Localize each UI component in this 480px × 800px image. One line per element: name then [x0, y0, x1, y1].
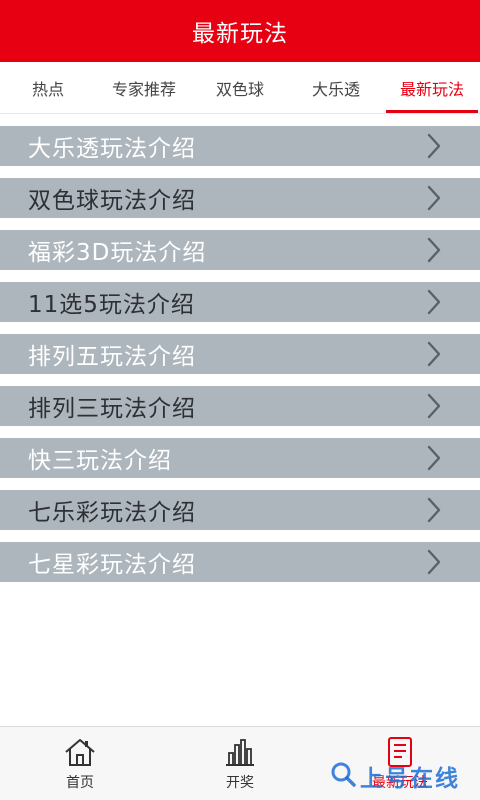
list-item[interactable]: 七乐彩玩法介绍	[0, 490, 480, 530]
chevron-right-icon	[424, 392, 444, 420]
chevron-right-icon	[424, 340, 444, 368]
watermark: 上号在线	[330, 756, 480, 796]
tab-double-color-ball[interactable]: 双色球	[192, 62, 288, 113]
list-item-label: 七乐彩玩法介绍	[28, 500, 196, 526]
list-item[interactable]: 七星彩玩法介绍	[0, 542, 480, 582]
list-item[interactable]: 福彩3D玩法介绍	[0, 230, 480, 270]
nav-item-home[interactable]: 首页	[0, 727, 160, 800]
tab-hot[interactable]: 热点	[0, 62, 96, 113]
tab-expert-picks[interactable]: 专家推荐	[96, 62, 192, 113]
nav-item-results[interactable]: 开奖	[160, 727, 320, 800]
nav-item-label: 开奖	[226, 775, 254, 791]
list-item-label: 快三玩法介绍	[28, 448, 172, 474]
tab-latest-games[interactable]: 最新玩法	[384, 62, 480, 113]
home-icon	[63, 735, 97, 769]
game-intro-list: 大乐透玩法介绍 双色球玩法介绍 福彩3D玩法介绍 11选5玩法介绍 排列五玩法介…	[0, 126, 480, 594]
chevron-right-icon	[424, 496, 444, 524]
list-item[interactable]: 排列三玩法介绍	[0, 386, 480, 426]
list-item[interactable]: 大乐透玩法介绍	[0, 126, 480, 166]
chevron-right-icon	[424, 132, 444, 160]
list-item-label: 排列三玩法介绍	[28, 396, 196, 422]
chevron-right-icon	[424, 288, 444, 316]
chevron-right-icon	[424, 444, 444, 472]
list-item-label: 七星彩玩法介绍	[28, 552, 196, 578]
list-item-label: 双色球玩法介绍	[28, 188, 196, 214]
chevron-right-icon	[424, 236, 444, 264]
list-item[interactable]: 双色球玩法介绍	[0, 178, 480, 218]
bar-chart-icon	[223, 735, 257, 769]
page-title: 最新玩法	[192, 21, 288, 47]
magnifier-icon	[330, 761, 356, 791]
list-item[interactable]: 快三玩法介绍	[0, 438, 480, 478]
list-item-label: 排列五玩法介绍	[28, 344, 196, 370]
list-item-label: 11选5玩法介绍	[28, 292, 195, 318]
list-item-label: 福彩3D玩法介绍	[28, 240, 207, 266]
chevron-right-icon	[424, 548, 444, 576]
category-tabs: 热点 专家推荐 双色球 大乐透 最新玩法	[0, 62, 480, 114]
list-item[interactable]: 11选5玩法介绍	[0, 282, 480, 322]
nav-item-label: 首页	[66, 775, 94, 791]
list-item[interactable]: 排列五玩法介绍	[0, 334, 480, 374]
app-header: 最新玩法	[0, 0, 480, 62]
list-item-label: 大乐透玩法介绍	[28, 136, 196, 162]
chevron-right-icon	[424, 184, 444, 212]
watermark-text: 上号在线	[360, 766, 460, 792]
tab-super-lotto[interactable]: 大乐透	[288, 62, 384, 113]
